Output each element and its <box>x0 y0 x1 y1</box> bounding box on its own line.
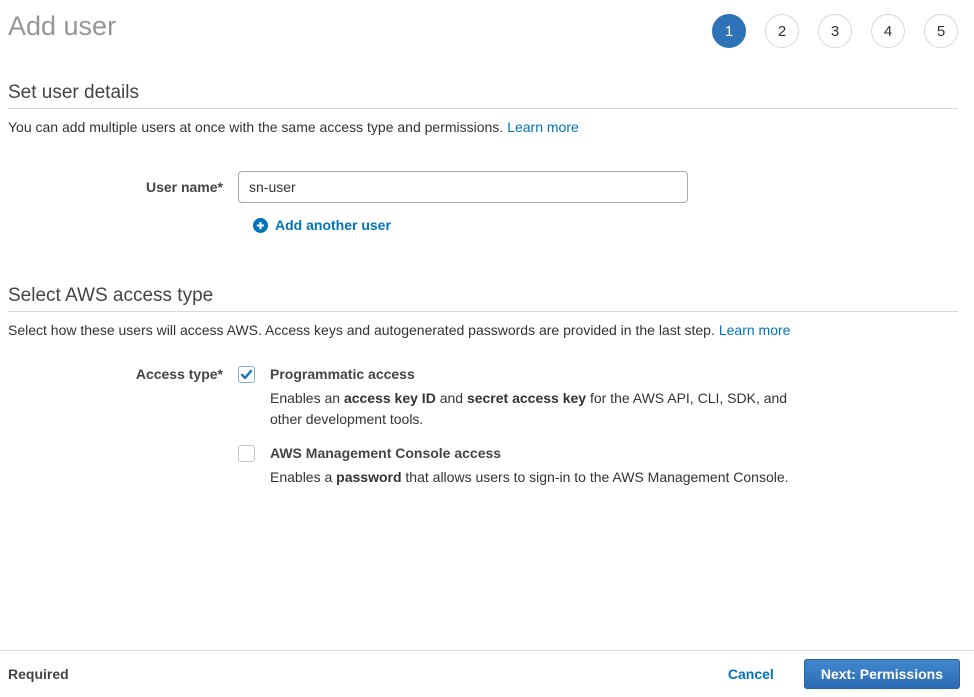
check-icon <box>240 368 253 381</box>
step-indicator: 12345 <box>712 14 958 48</box>
step-5: 5 <box>924 14 958 48</box>
add-another-user-label: Add another user <box>275 217 391 234</box>
section-heading-user-details: Set user details <box>8 82 958 103</box>
console-access-checkbox[interactable] <box>238 445 255 462</box>
plus-circle-icon <box>253 218 268 233</box>
step-4: 4 <box>871 14 905 48</box>
user-name-input[interactable] <box>238 171 688 203</box>
programmatic-access-description: Enables an access key ID and secret acce… <box>270 388 798 430</box>
option-text: Programmatic access Enables an access ke… <box>270 366 798 430</box>
access-type-row: Access type* Programmatic access Enables… <box>8 366 958 488</box>
add-another-user-row: Add another user <box>253 217 958 236</box>
console-access-label[interactable]: AWS Management Console access <box>270 445 789 462</box>
learn-more-link-user-details[interactable]: Learn more <box>507 119 579 135</box>
access-type-options: Programmatic access Enables an access ke… <box>238 366 798 488</box>
step-2: 2 <box>765 14 799 48</box>
wizard-footer: Required Cancel Next: Permissions <box>0 650 974 697</box>
add-user-wizard-page: Add user 12345 Set user details You can … <box>0 0 974 488</box>
user-name-label: User name* <box>8 171 238 196</box>
option-console-access: AWS Management Console access Enables a … <box>238 445 798 488</box>
user-name-row: User name* <box>8 171 958 203</box>
required-note: Required <box>8 666 69 682</box>
access-type-description-text: Select how these users will access AWS. … <box>8 322 715 338</box>
user-details-description: You can add multiple users at once with … <box>8 119 958 136</box>
option-text: AWS Management Console access Enables a … <box>270 445 789 488</box>
programmatic-access-label[interactable]: Programmatic access <box>270 366 798 383</box>
page-title: Add user <box>8 10 116 42</box>
add-another-user-button[interactable]: Add another user <box>253 217 391 234</box>
access-type-label: Access type* <box>8 366 238 383</box>
user-details-description-text: You can add multiple users at once with … <box>8 119 503 135</box>
programmatic-access-checkbox[interactable] <box>238 366 255 383</box>
next-permissions-button[interactable]: Next: Permissions <box>804 659 960 689</box>
learn-more-link-access-type[interactable]: Learn more <box>719 322 791 338</box>
step-1: 1 <box>712 14 746 48</box>
section-heading-access-type: Select AWS access type <box>8 285 958 306</box>
section-divider <box>8 311 958 312</box>
option-programmatic-access: Programmatic access Enables an access ke… <box>238 366 798 430</box>
page-header: Add user 12345 <box>8 0 958 48</box>
cancel-button[interactable]: Cancel <box>728 666 774 682</box>
access-type-description: Select how these users will access AWS. … <box>8 322 958 339</box>
section-divider <box>8 108 958 109</box>
step-3: 3 <box>818 14 852 48</box>
console-access-description: Enables a password that allows users to … <box>270 467 789 488</box>
